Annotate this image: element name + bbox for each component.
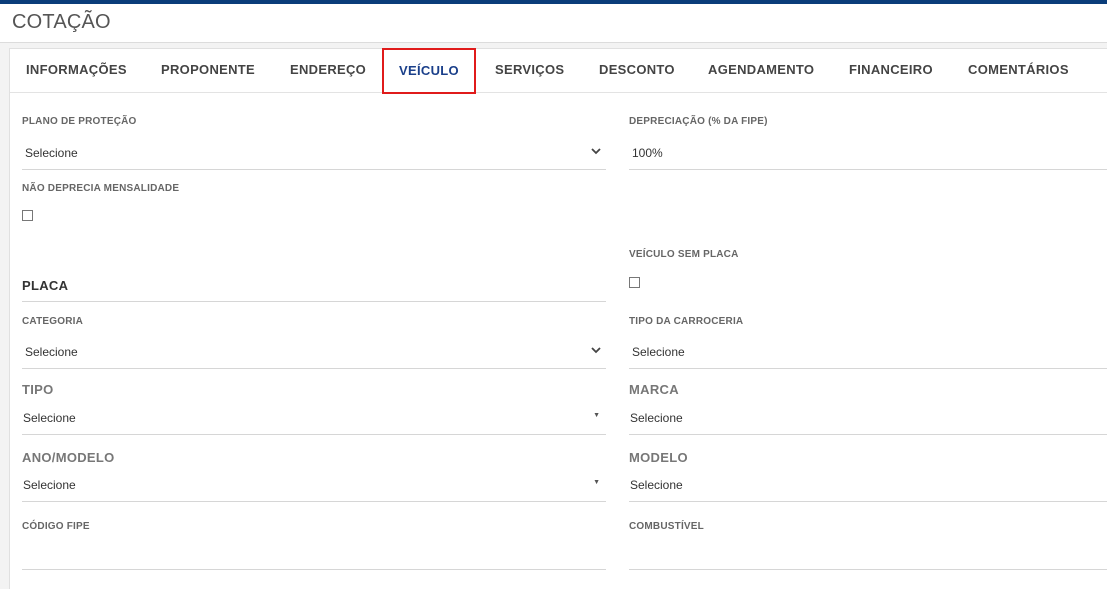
ano-modelo-select[interactable]: Selecione ▼ [22, 471, 606, 502]
codigo-fipe-input[interactable] [22, 539, 606, 570]
modelo-select[interactable]: Selecione [629, 471, 1107, 502]
tab-endereco[interactable]: ENDEREÇO [290, 49, 366, 92]
tab-proponente[interactable]: PROPONENTE [161, 49, 255, 92]
page-header: COTAÇÃO [0, 4, 1107, 43]
caret-down-icon: ▼ [593, 412, 600, 419]
caret-down-icon: ▼ [593, 479, 600, 486]
tipo-label: TIPO [22, 382, 54, 397]
categoria-select[interactable]: Selecione [22, 338, 606, 369]
codigo-fipe-label: CÓDIGO FIPE [22, 521, 90, 532]
plano-protecao-select[interactable]: Selecione [22, 139, 606, 170]
tab-agendamento[interactable]: AGENDAMENTO [708, 49, 814, 92]
page-title: COTAÇÃO [12, 11, 111, 33]
combustivel-select[interactable] [629, 539, 1107, 570]
placa-input[interactable] [22, 271, 606, 302]
chevron-down-icon [591, 347, 601, 354]
tab-bar: INFORMAÇÕES PROPONENTE ENDEREÇO VEÍCULO … [10, 48, 1107, 94]
ano-modelo-value: Selecione [23, 478, 76, 492]
plano-protecao-label: PLANO DE PROTEÇÃO [22, 116, 137, 127]
depreciacao-label: DEPRECIAÇÃO (% DA FIPE) [629, 116, 768, 127]
tab-desconto[interactable]: DESCONTO [599, 49, 675, 92]
categoria-label: CATEGORIA [22, 316, 84, 327]
tipo-carroceria-label: TIPO DA CARROCERIA [629, 316, 744, 327]
tab-servicos[interactable]: SERVIÇOS [495, 49, 564, 92]
marca-label: MARCA [629, 382, 679, 397]
tab-comentarios[interactable]: COMENTÁRIOS [968, 49, 1069, 92]
categoria-value: Selecione [25, 345, 78, 359]
modelo-label: MODELO [629, 450, 688, 465]
tipo-carroceria-select[interactable]: Selecione [629, 338, 1107, 369]
depreciacao-input[interactable]: 100% [629, 139, 1107, 170]
marca-value: Selecione [630, 411, 683, 425]
tab-informacoes[interactable]: INFORMAÇÕES [26, 49, 127, 92]
modelo-value: Selecione [630, 478, 683, 492]
form-panel: INFORMAÇÕES PROPONENTE ENDEREÇO VEÍCULO … [9, 48, 1107, 589]
chevron-down-icon [591, 148, 601, 155]
nao-deprecia-checkbox[interactable] [22, 210, 33, 221]
tipo-value: Selecione [23, 411, 76, 425]
depreciacao-value: 100% [632, 146, 663, 160]
veiculo-sem-placa-checkbox[interactable] [629, 277, 640, 288]
ano-modelo-label: ANO/MODELO [22, 450, 115, 465]
combustivel-label: COMBUSTÍVEL [629, 521, 704, 532]
veiculo-sem-placa-label: VEÍCULO SEM PLACA [629, 249, 739, 260]
plano-protecao-value: Selecione [25, 146, 78, 160]
tab-financeiro[interactable]: FINANCEIRO [849, 49, 933, 92]
marca-select[interactable]: Selecione [629, 404, 1107, 435]
tipo-carroceria-value: Selecione [632, 345, 685, 359]
nao-deprecia-label: NÃO DEPRECIA MENSALIDADE [22, 183, 180, 194]
tipo-select[interactable]: Selecione ▼ [22, 404, 606, 435]
tab-veiculo[interactable]: VEÍCULO [382, 48, 476, 94]
